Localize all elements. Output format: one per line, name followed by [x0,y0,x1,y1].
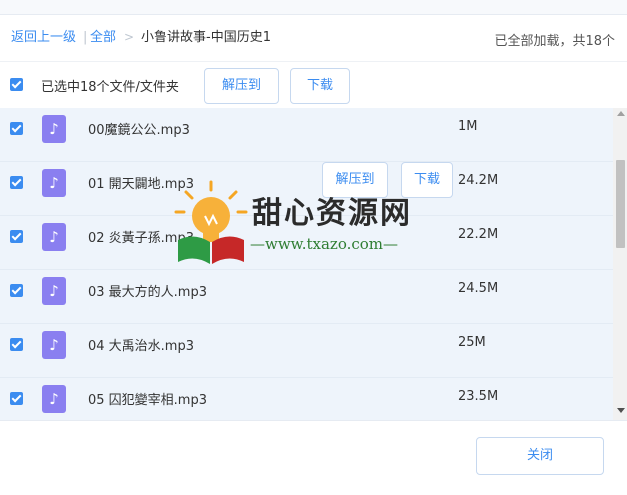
music-note-icon: ♪ [42,223,66,251]
row-checkbox[interactable] [10,176,23,189]
extract-button[interactable]: 解压到 [204,68,279,104]
row-checkbox[interactable] [10,122,23,135]
table-row[interactable]: ♪ 05 囚犯變宰相.mp3 23.5M [0,378,613,420]
select-all-checkbox[interactable] [10,78,23,91]
music-note-icon: ♪ [42,277,66,305]
scrollbar-thumb[interactable] [616,160,625,248]
file-size: 23.5M [458,389,499,404]
file-size: 1M [458,119,478,134]
breadcrumb-separator: > [124,30,135,44]
row-checkbox[interactable] [10,284,23,297]
breadcrumb: 返回上一级 | 全部 > 小鲁讲故事-中国历史1 已全部加载，共18个 [0,15,627,62]
dialog-footer: 关闭 [0,420,627,495]
music-note-icon: ♪ [42,331,66,359]
file-name: 04 大禹治水.mp3 [88,339,194,354]
selection-label: 已选中18个文件/文件夹 [41,80,179,95]
row-checkbox[interactable] [10,338,23,351]
music-note-icon: ♪ [42,385,66,413]
file-size: 24.2M [458,173,499,188]
table-row[interactable]: ♪ 00魔鏡公公.mp3 1M [0,108,613,162]
load-status: 已全部加载，共18个 [494,34,615,49]
breadcrumb-current: 小鲁讲故事-中国历史1 [141,30,271,45]
scroll-down-icon[interactable] [617,408,625,413]
selection-toolbar: 已选中18个文件/文件夹 解压到 下载 [0,62,627,108]
watermark-url: —www.txazo.com— [250,235,399,253]
scroll-up-icon[interactable] [617,111,625,116]
watermark-title: 甜心资源网 [252,196,412,231]
breadcrumb-divider: | [83,30,88,45]
file-size: 25M [458,335,486,350]
back-link[interactable]: 返回上一级 [11,30,76,46]
close-button[interactable]: 关闭 [476,437,604,475]
top-strip [0,0,627,15]
file-name: 00魔鏡公公.mp3 [88,123,190,138]
lightbulb-book-logo [174,180,248,264]
row-checkbox[interactable] [10,392,23,405]
file-size: 22.2M [458,227,499,242]
watermark: 甜心资源网 —www.txazo.com— [172,180,462,270]
table-row[interactable]: ♪ 03 最大方的人.mp3 24.5M [0,270,613,324]
breadcrumb-all-link[interactable]: 全部 [90,30,116,46]
table-row[interactable]: ♪ 04 大禹治水.mp3 25M [0,324,613,378]
music-note-icon: ♪ [42,115,66,143]
music-note-icon: ♪ [42,169,66,197]
file-name: 05 囚犯變宰相.mp3 [88,393,207,408]
download-button[interactable]: 下载 [290,68,350,104]
scrollbar[interactable] [613,108,627,420]
row-checkbox[interactable] [10,230,23,243]
file-name: 03 最大方的人.mp3 [88,285,207,300]
file-size: 24.5M [458,281,499,296]
